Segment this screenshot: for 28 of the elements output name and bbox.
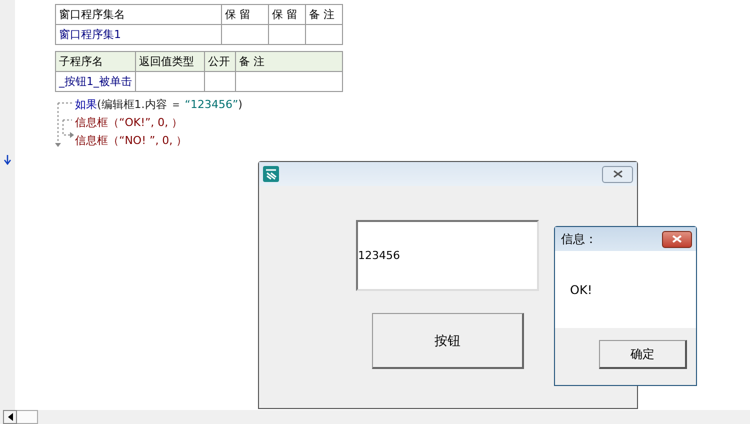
app-logo-icon [263,166,279,182]
table-cell: _按钮1_被单击 [56,72,136,92]
column-header: 备 注 [306,4,342,24]
horizontal-scrollbar[interactable] [0,410,750,424]
column-header: 备 注 [236,52,342,72]
ok-button[interactable]: 确定 [599,340,687,369]
table-cell: 窗口程序集1 [56,24,222,44]
column-header: 返回值类型 [136,52,204,72]
column-header: 子程序名 [56,52,136,72]
form-button[interactable]: 按钮 [372,313,524,369]
code-line: 如果(编辑框1.内容 ＝ “123456”) [75,97,242,113]
code-line: 信息框（“NO! ”, 0, ） [75,133,188,149]
input-field[interactable]: 123456 [356,220,539,291]
close-icon [671,235,683,243]
current-line-arrow-icon [4,155,11,165]
scroll-thumb[interactable] [17,410,38,424]
code-line: 信息框（“OK!”, 0, ） [75,115,184,131]
close-button[interactable] [602,166,633,182]
column-header: 公开 [204,52,236,72]
scroll-left-button[interactable] [3,410,17,424]
close-button[interactable] [662,230,692,248]
left-triangle-icon [8,413,12,421]
message-text: OK! [570,282,592,296]
dialog-title: 信息： [561,230,597,248]
column-header: 窗口程序集名 [56,4,222,24]
close-icon [612,170,624,178]
column-header: 保 留 [222,4,268,24]
column-header: 保 留 [268,4,306,24]
